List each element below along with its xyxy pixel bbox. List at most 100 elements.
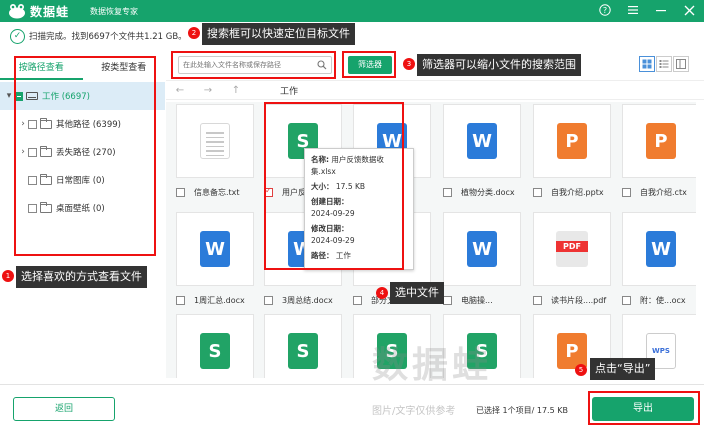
tab-by-type[interactable]: 按类型查看 xyxy=(83,56,166,80)
chevron-down-icon[interactable]: ▾ xyxy=(4,91,14,101)
folder-tree: ▾ 工作 (6697) › 其他路径 (6399) › 丢失路径 (270) 日… xyxy=(0,82,165,222)
file-checkbox[interactable] xyxy=(443,187,452,197)
file-item[interactable]: W 1周汇总.docx xyxy=(176,212,254,309)
file-name: 附：使...ocx xyxy=(640,295,686,305)
file-label-row: 自我介绍.ctx xyxy=(622,183,696,201)
file-checkbox[interactable] xyxy=(533,295,542,305)
chevron-right-icon[interactable]: › xyxy=(18,147,28,157)
drive-icon xyxy=(26,92,38,100)
tooltip-path-value: 工作 xyxy=(335,251,351,260)
chevron-right-icon[interactable]: › xyxy=(18,119,28,129)
tree-item-work[interactable]: ▾ 工作 (6697) xyxy=(0,82,165,110)
back-button[interactable]: 返回 xyxy=(13,397,115,421)
search-box xyxy=(178,56,332,74)
file-name: 3周总结.docx xyxy=(282,295,333,305)
filter-button[interactable]: 筛选器 xyxy=(348,56,392,74)
path-navbar: ← → ↑ 工作 xyxy=(166,80,704,100)
file-item[interactable]: W 附：使...ocx xyxy=(622,212,696,309)
tab-by-path[interactable]: 按路径查看 xyxy=(0,56,83,80)
file-checkbox[interactable] xyxy=(533,187,542,197)
file-thumbnail[interactable]: W xyxy=(443,212,521,286)
file-thumbnail[interactable]: W xyxy=(443,104,521,178)
xlsx-file-icon: S xyxy=(200,333,230,369)
file-name: 信息备忘.txt xyxy=(194,187,240,197)
file-label-row: 1周汇总.docx xyxy=(176,291,254,309)
file-item[interactable]: S xyxy=(264,314,342,378)
tooltip-size-key: 大小： xyxy=(311,182,334,191)
search-input[interactable] xyxy=(179,57,309,73)
file-checkbox[interactable] xyxy=(176,187,185,197)
left-panel: 按路径查看 按类型查看 ▾ 工作 (6697) › 其他路径 (6399) › … xyxy=(0,56,165,374)
file-thumbnail[interactable]: PDF xyxy=(533,212,611,286)
file-name: 1周汇总.docx xyxy=(194,295,245,305)
file-name: 电脑操... xyxy=(461,295,493,305)
tree-checkbox[interactable] xyxy=(28,119,37,129)
file-checkbox[interactable] xyxy=(353,295,362,305)
annotation-number: 5 xyxy=(575,364,587,376)
tree-checkbox[interactable] xyxy=(28,203,37,213)
minimize-icon[interactable] xyxy=(654,3,668,17)
file-checkbox[interactable] xyxy=(264,186,273,197)
view-mode-switcher xyxy=(639,56,689,72)
tooltip-path-key: 路径： xyxy=(311,251,334,260)
tooltip-modified-key: 修改日期： xyxy=(311,224,349,233)
file-thumbnail[interactable]: P xyxy=(622,104,696,178)
menu-icon[interactable] xyxy=(626,3,640,17)
export-button[interactable]: 导出 xyxy=(592,397,694,421)
tooltip-created-value: 2024-09-29 xyxy=(311,209,355,218)
up-arrow-icon[interactable]: ↑ xyxy=(228,85,244,96)
file-item[interactable]: S xyxy=(176,314,254,378)
file-item[interactable]: W 植物分类.docx xyxy=(443,104,521,201)
file-info-tooltip: 名称: 用户反馈数据收集.xlsx 大小： 17.5 KB 创建日期： 2024… xyxy=(304,148,414,270)
tree-checkbox[interactable] xyxy=(28,147,37,157)
tree-checkbox[interactable] xyxy=(14,91,23,101)
file-name: 植物分类.docx xyxy=(461,187,515,197)
file-item[interactable]: 信息备忘.txt xyxy=(176,104,254,201)
tooltip-created-key: 创建日期： xyxy=(311,197,349,206)
file-item[interactable]: PDF 读书片段....pdf xyxy=(533,212,611,309)
tree-item-desktop-wallpaper[interactable]: 桌面壁纸 (0) xyxy=(0,194,165,222)
list-view-icon[interactable] xyxy=(656,56,672,72)
detail-view-icon[interactable] xyxy=(673,56,689,72)
file-checkbox[interactable] xyxy=(622,187,631,197)
file-thumbnail[interactable]: W xyxy=(176,212,254,286)
search-icon[interactable] xyxy=(317,60,327,70)
annotation-number: 3 xyxy=(403,58,415,70)
svg-text:?: ? xyxy=(603,6,607,15)
file-thumbnail[interactable]: S xyxy=(264,314,342,378)
file-thumbnail[interactable]: W xyxy=(622,212,696,286)
tree-item-other-paths[interactable]: › 其他路径 (6399) xyxy=(0,110,165,138)
grid-large-view-icon[interactable] xyxy=(639,56,655,72)
file-item[interactable]: P 自我介绍.ctx xyxy=(622,104,696,201)
file-checkbox[interactable] xyxy=(264,295,273,305)
tree-checkbox[interactable] xyxy=(28,175,37,185)
close-icon[interactable] xyxy=(682,3,696,17)
file-thumbnail[interactable] xyxy=(176,104,254,178)
tooltip-modified-value: 2024-09-29 xyxy=(311,236,355,245)
file-checkbox[interactable] xyxy=(622,295,631,305)
file-thumbnail[interactable]: P xyxy=(533,104,611,178)
annotation-callout: 筛选器可以缩小文件的搜索范围 xyxy=(417,54,581,76)
file-checkbox[interactable] xyxy=(443,295,452,305)
file-item[interactable]: W 电脑操... xyxy=(443,212,521,309)
tree-item-lost-paths[interactable]: › 丢失路径 (270) xyxy=(0,138,165,166)
file-checkbox[interactable] xyxy=(176,295,185,305)
annotation-callout: 搜索框可以快速定位目标文件 xyxy=(202,23,355,45)
tooltip-name-key: 名称: xyxy=(311,155,329,164)
tree-item-daily-gallery[interactable]: 日常图库 (0) xyxy=(0,166,165,194)
file-name: 读书片段....pdf xyxy=(551,295,607,305)
forward-arrow-icon[interactable]: → xyxy=(200,85,216,96)
docx-file-icon: W xyxy=(467,231,497,267)
folder-icon xyxy=(40,145,52,157)
help-icon[interactable]: ? xyxy=(598,3,612,17)
file-thumbnail[interactable]: S xyxy=(176,314,254,378)
file-item[interactable]: P 自我介绍.pptx xyxy=(533,104,611,201)
xlsx-file-icon: S xyxy=(288,333,318,369)
watermark: 数据蛙 xyxy=(372,345,493,386)
tree-item-label: 日常图库 (0) xyxy=(56,176,105,186)
pdf-file-icon: PDF xyxy=(556,231,588,267)
back-arrow-icon[interactable]: ← xyxy=(172,85,188,96)
txt-file-icon xyxy=(200,123,230,159)
file-label-row: 信息备忘.txt xyxy=(176,183,254,201)
tree-item-label: 丢失路径 (270) xyxy=(56,148,116,158)
